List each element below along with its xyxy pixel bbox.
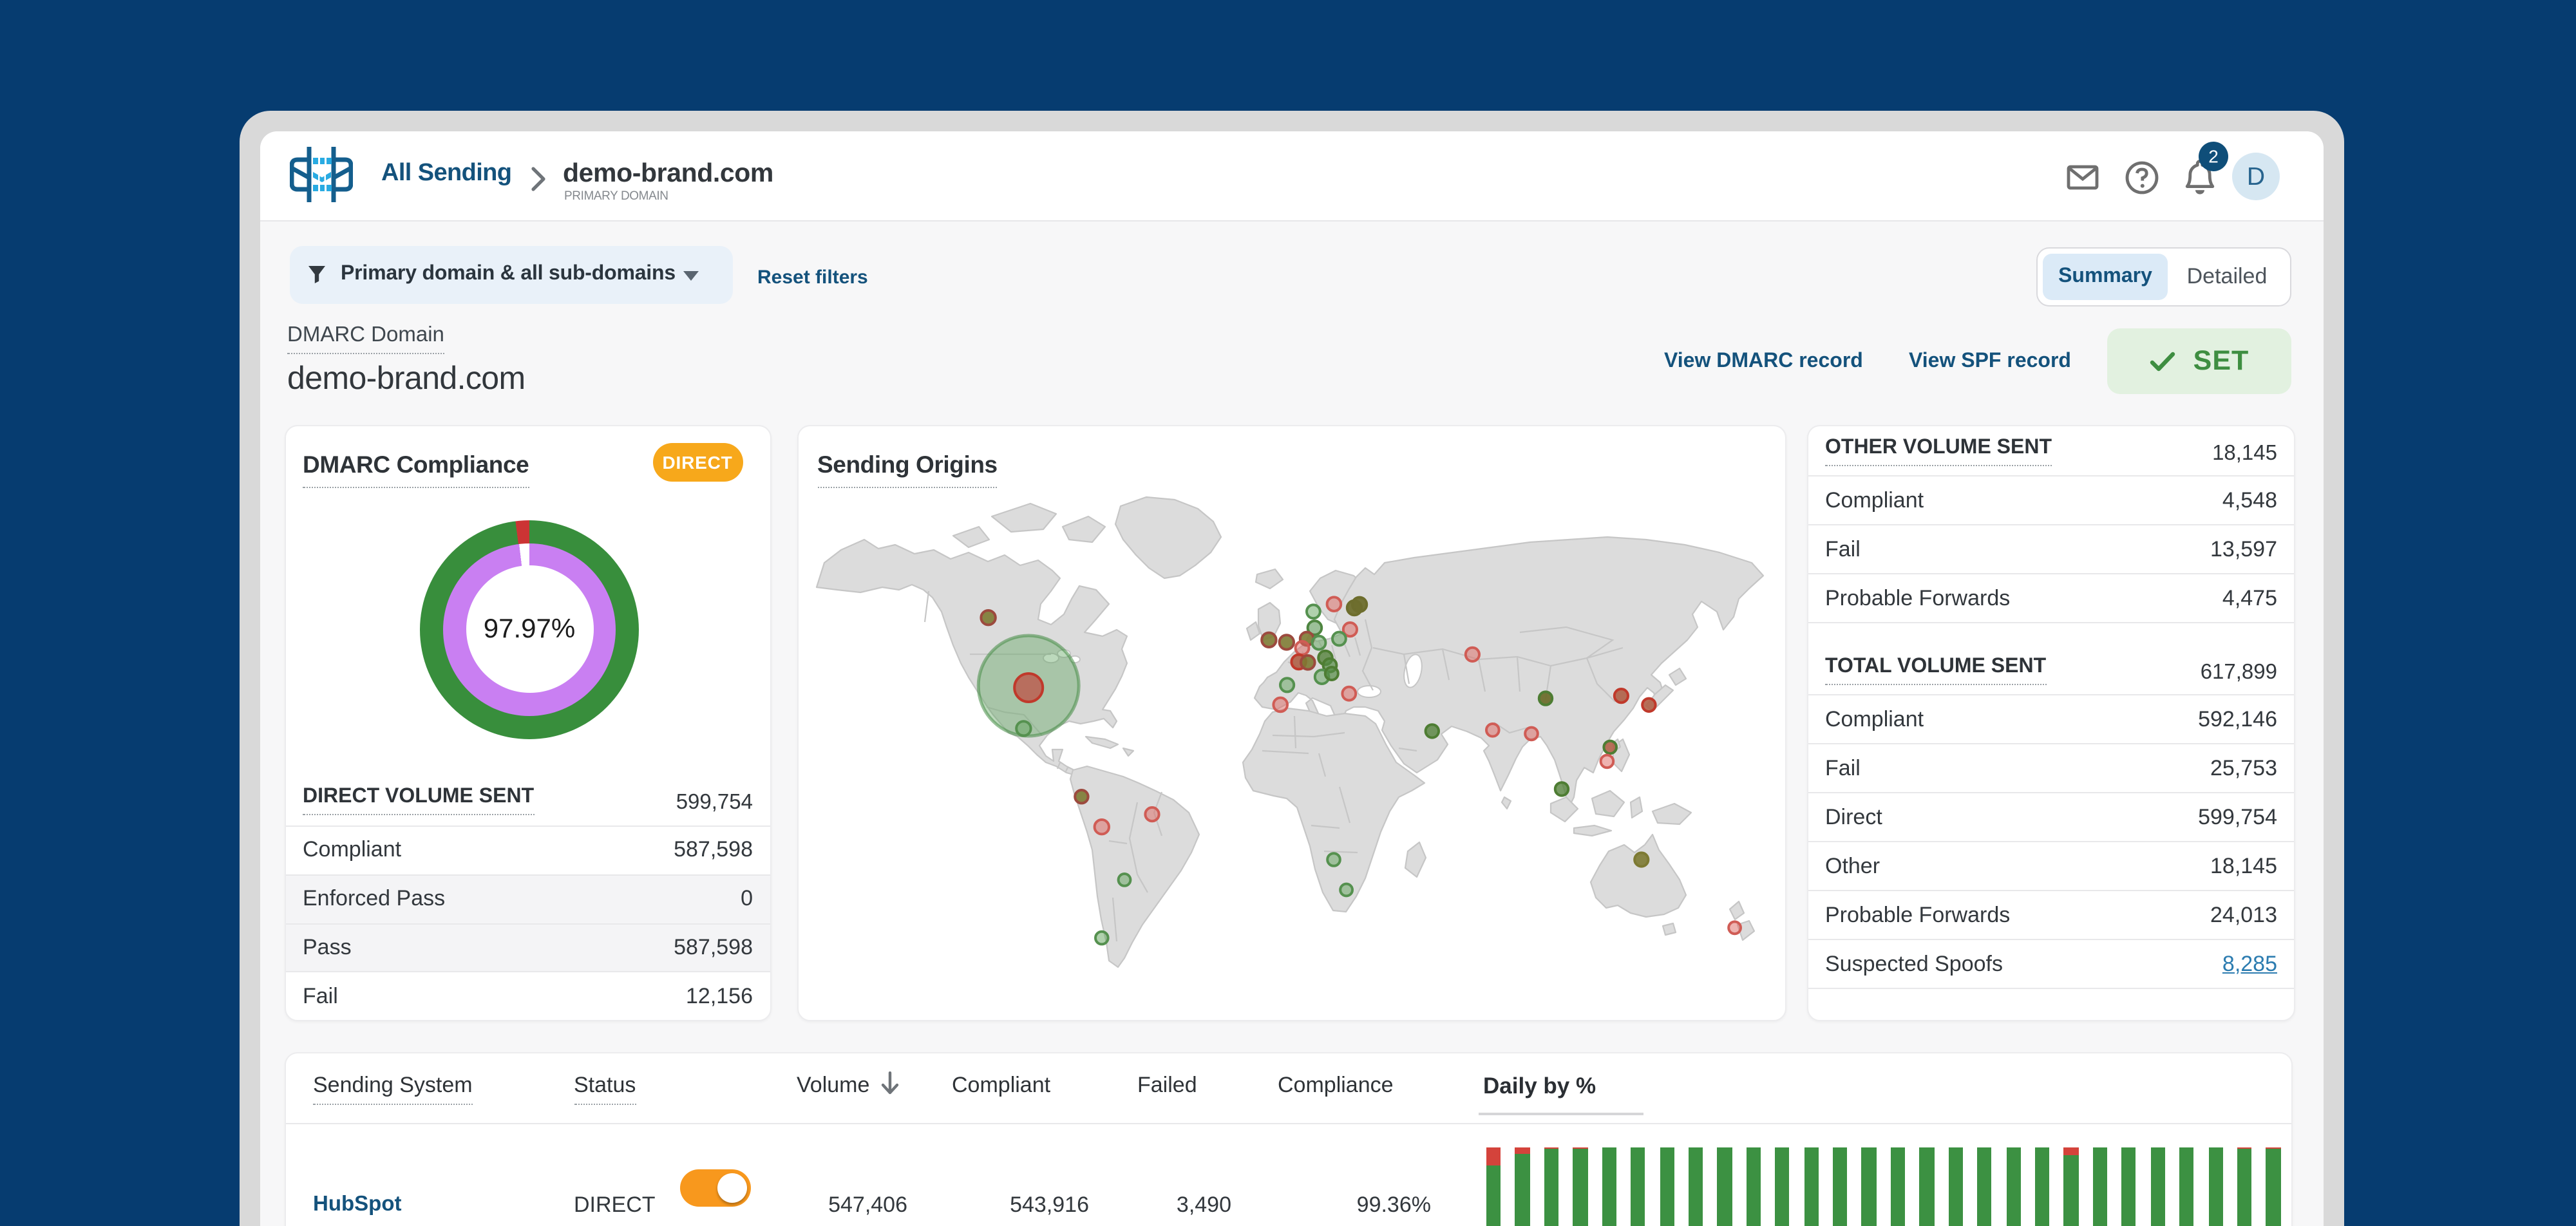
svg-text:2: 2 xyxy=(2208,147,2219,167)
svg-text:D: D xyxy=(2247,163,2265,191)
